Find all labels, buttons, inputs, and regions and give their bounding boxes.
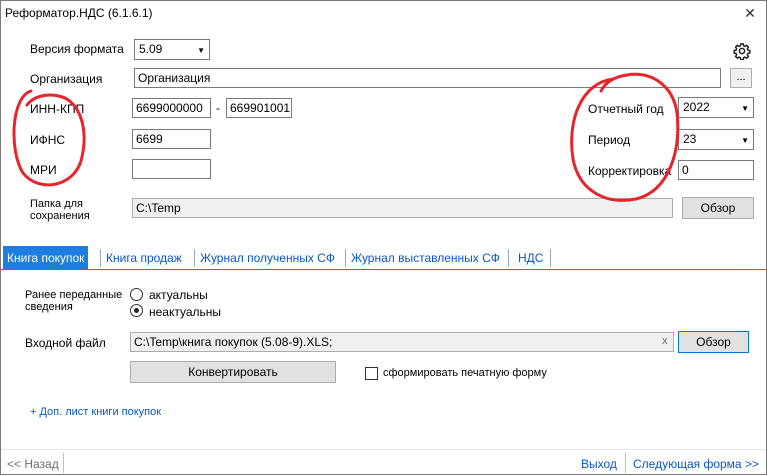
- radio-actual-label[interactable]: актуальны: [149, 288, 208, 302]
- mri-label: МРИ: [30, 163, 57, 177]
- triangle-down-icon: ▼: [197, 46, 205, 55]
- input-file-value: C:\Temp\книга покупок (5.08-9).XLS;: [134, 335, 333, 349]
- triangle-down-icon: ▼: [741, 136, 749, 145]
- report-year-label: Отчетный год: [588, 102, 664, 116]
- back-button[interactable]: << Назад: [7, 457, 59, 471]
- input-file-browse-button[interactable]: Обзор: [678, 331, 749, 353]
- window-title: Реформатор.НДС (6.1.6.1): [5, 6, 153, 20]
- tab-separator: [550, 249, 551, 267]
- footer-separator: [625, 453, 626, 473]
- organization-browse-button[interactable]: ...: [730, 68, 752, 88]
- tab-issued-invoices[interactable]: Журнал выставленных СФ: [347, 246, 504, 270]
- title-bar: Реформатор.НДС (6.1.6.1) ✕: [1, 1, 766, 27]
- tab-separator: [194, 249, 195, 267]
- footer-divider: [1, 449, 766, 450]
- footer-separator: [63, 453, 64, 473]
- report-year-value: 2022: [683, 100, 710, 114]
- print-form-label[interactable]: сформировать печатную форму: [383, 367, 547, 379]
- inn-kpp-label: ИНН-КПП: [30, 102, 85, 116]
- close-icon[interactable]: ✕: [740, 3, 760, 23]
- period-value: 23: [683, 132, 697, 146]
- app-window: Реформатор.НДС (6.1.6.1) ✕ Версия формат…: [0, 0, 767, 475]
- format-version-label: Версия формата: [30, 42, 124, 56]
- format-version-select[interactable]: 5.09 ▼: [134, 39, 210, 60]
- print-form-checkbox[interactable]: [365, 367, 378, 380]
- exit-link[interactable]: Выход: [581, 457, 617, 471]
- x-icon[interactable]: x: [662, 335, 668, 347]
- tab-separator: [508, 249, 509, 267]
- radio-not-actual-label[interactable]: неактуальны: [149, 305, 221, 319]
- tab-vat[interactable]: НДС: [514, 246, 547, 270]
- input-file-label: Входной файл: [25, 336, 106, 350]
- gear-icon[interactable]: [733, 42, 751, 60]
- ifns-input[interactable]: 6699: [132, 129, 211, 149]
- period-select[interactable]: 23 ▼: [678, 129, 754, 150]
- radio-not-actual[interactable]: [130, 304, 143, 317]
- organization-input[interactable]: Организация: [134, 68, 721, 88]
- report-year-select[interactable]: 2022 ▼: [678, 97, 754, 118]
- period-label: Период: [588, 133, 631, 147]
- input-file-field[interactable]: C:\Temp\книга покупок (5.08-9).XLS;: [130, 332, 674, 352]
- tab-received-invoices[interactable]: Журнал полученных СФ: [196, 246, 339, 270]
- inn-kpp-dash: -: [216, 101, 220, 115]
- radio-actual[interactable]: [130, 288, 143, 301]
- prev-data-label: Ранее переданные сведения: [25, 289, 123, 313]
- inn-input[interactable]: 6699000000: [132, 98, 211, 118]
- triangle-down-icon: ▼: [741, 104, 749, 113]
- tab-sales-book[interactable]: Книга продаж: [102, 246, 186, 270]
- save-folder-input[interactable]: C:\Temp: [132, 198, 673, 218]
- convert-button[interactable]: Конвертировать: [130, 361, 336, 383]
- tab-separator: [100, 249, 101, 267]
- ifns-label: ИФНС: [30, 133, 66, 147]
- tab-separator: [345, 249, 346, 267]
- add-sheet-link[interactable]: + Доп. лист книги покупок: [30, 406, 161, 418]
- tab-purchase-book[interactable]: Книга покупок: [3, 246, 89, 270]
- next-form-link[interactable]: Следующая форма >>: [633, 457, 759, 471]
- tab-underline: [1, 269, 766, 270]
- save-folder-label: Папка для сохранения: [30, 198, 90, 222]
- format-version-value: 5.09: [139, 42, 163, 56]
- save-folder-browse-button[interactable]: Обзор: [682, 197, 754, 219]
- correction-input[interactable]: 0: [678, 160, 754, 180]
- kpp-input[interactable]: 669901001: [226, 98, 292, 118]
- correction-label: Корректировка: [588, 164, 672, 178]
- mri-input[interactable]: [132, 159, 211, 179]
- tab-bar: Книга покупок Книга продаж Журнал получе…: [1, 246, 766, 270]
- organization-label: Организация: [30, 72, 103, 86]
